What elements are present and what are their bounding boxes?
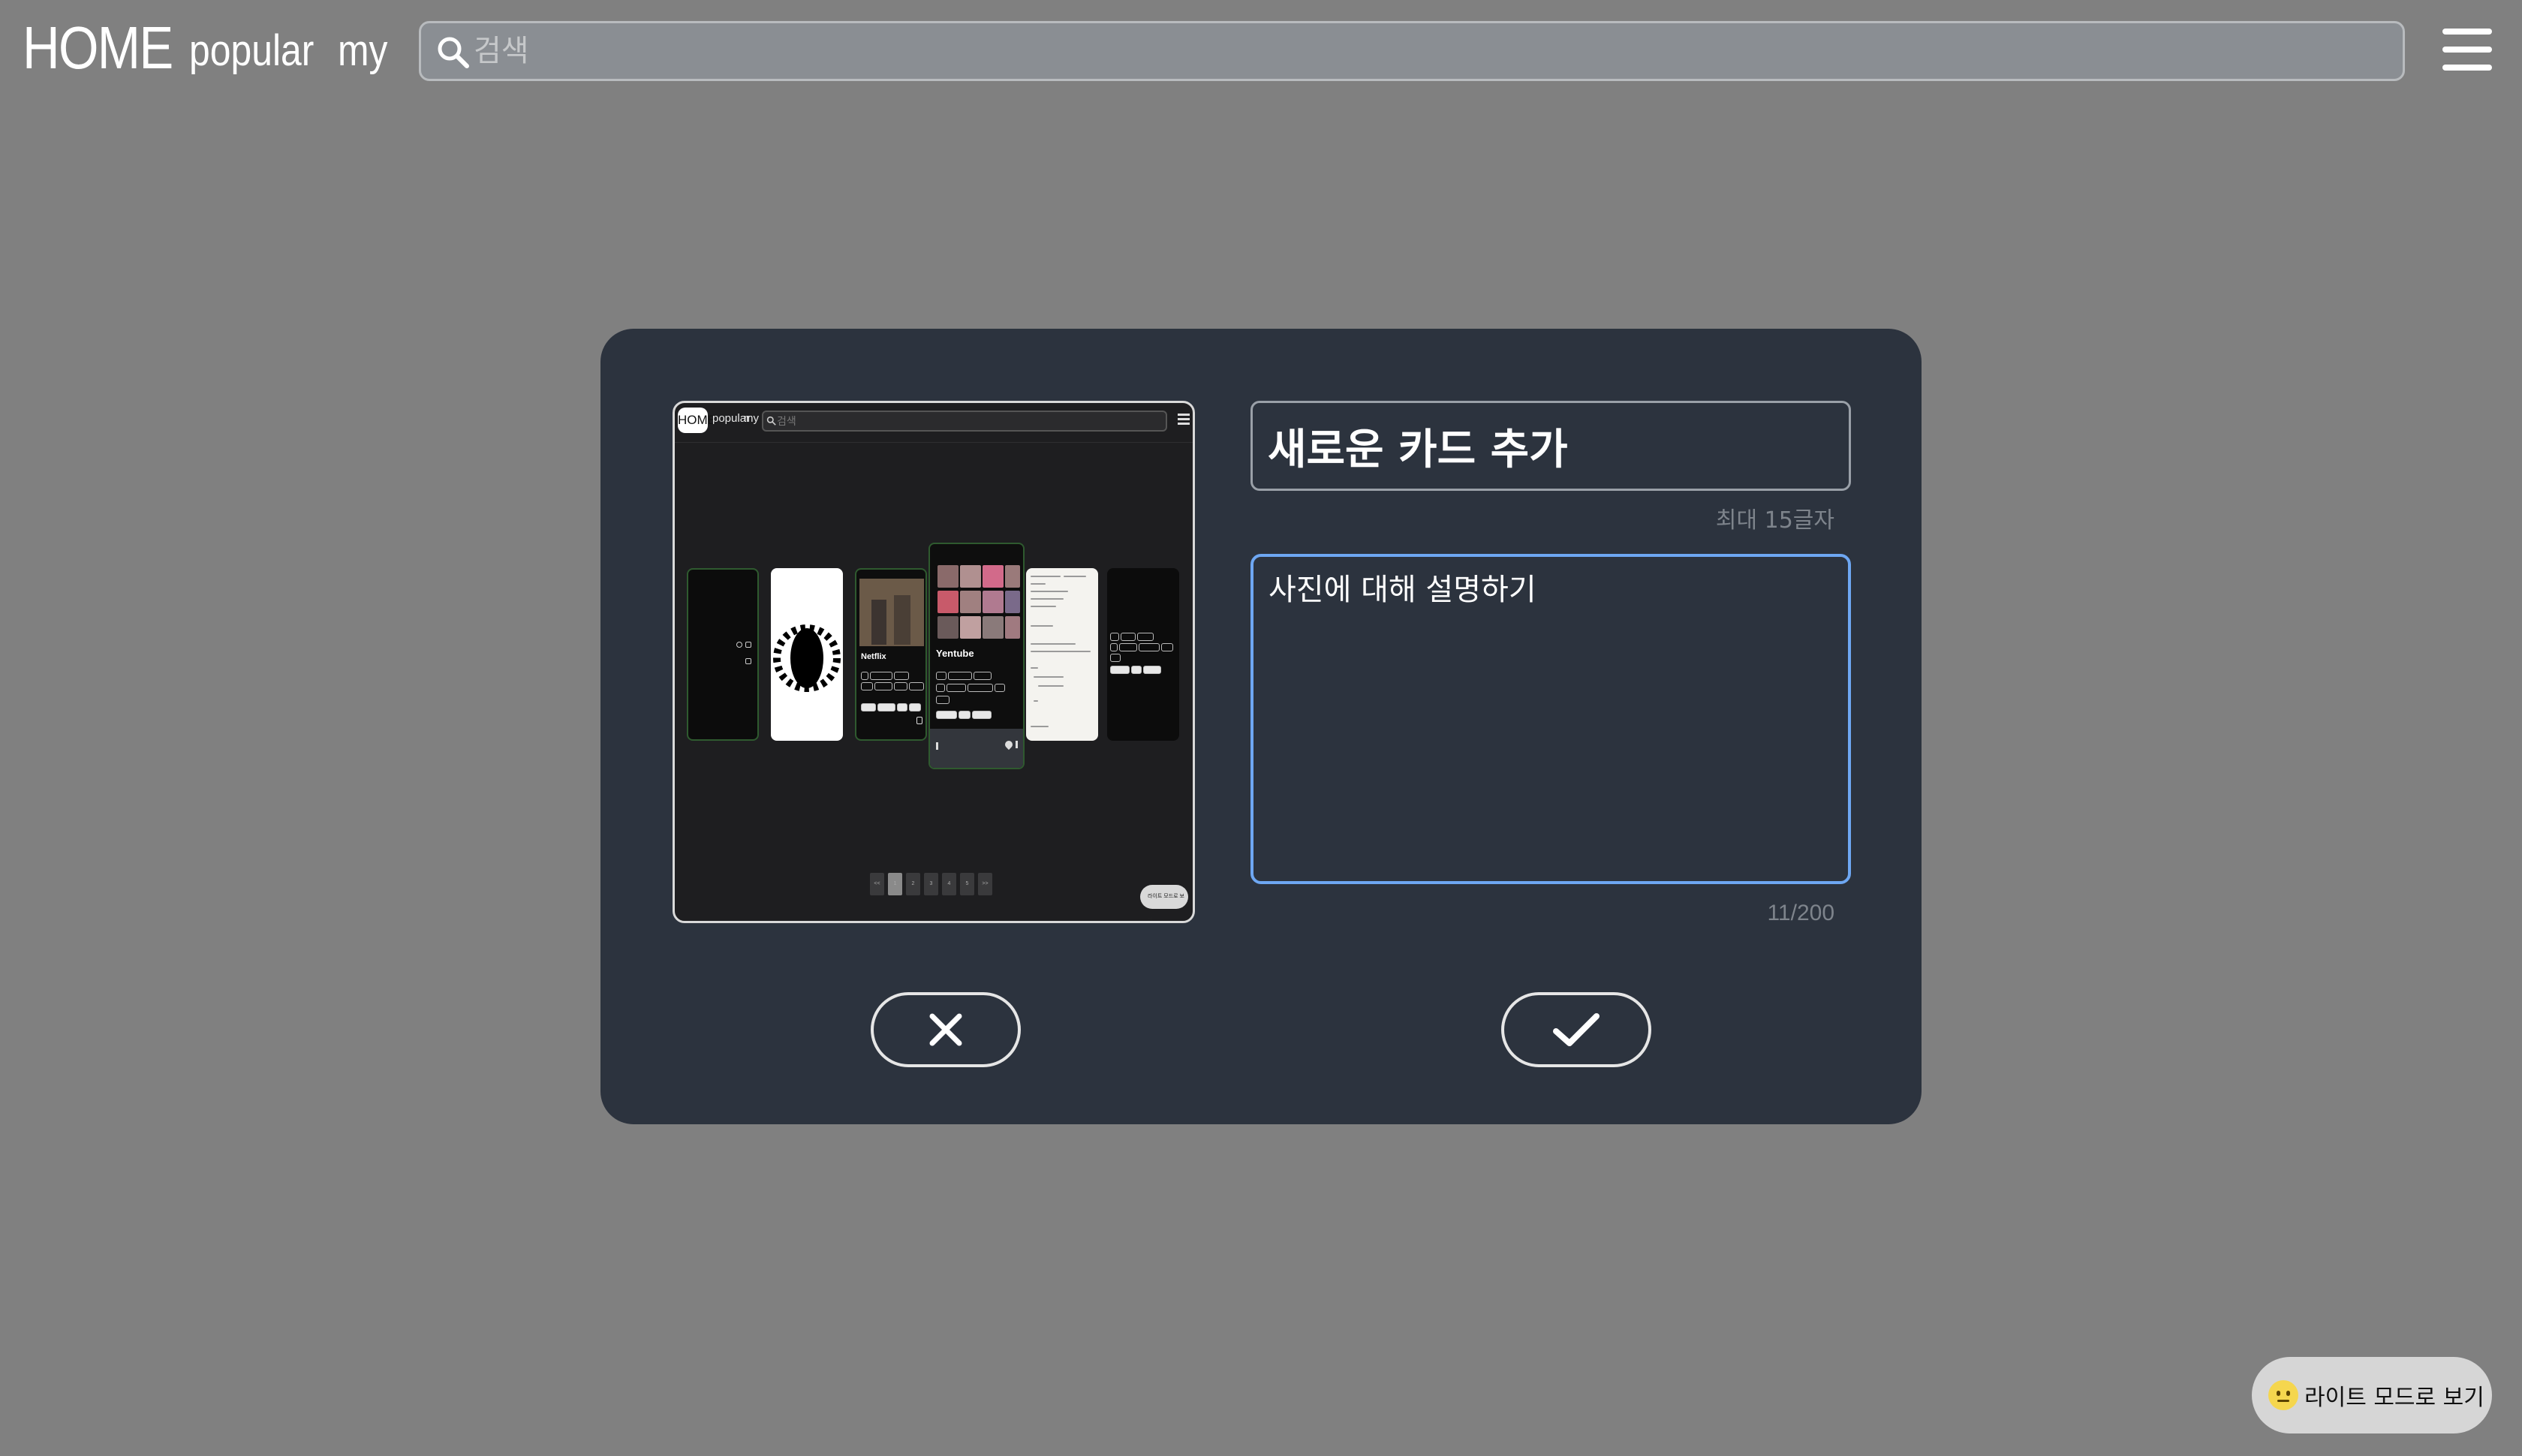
description-char-count: 11/200	[1767, 901, 1834, 925]
preview-page-1: 1	[888, 873, 902, 895]
search-bar[interactable]	[419, 21, 2405, 81]
confirm-button[interactable]	[1501, 992, 1651, 1067]
preview-card	[1107, 568, 1179, 741]
preview-page-4: 4	[942, 873, 956, 895]
image-preview[interactable]: HOME popular my 검색 Netflix Yentube << 1 …	[673, 401, 1195, 923]
add-card-modal: HOME popular my 검색 Netflix Yentube << 1 …	[600, 329, 1922, 1124]
title-length-hint: 최대 15글자	[1715, 507, 1834, 534]
theme-toggle-label: 라이트 모드로 보기	[2304, 1385, 2484, 1411]
hamburger-menu-icon[interactable]	[2442, 27, 2492, 72]
home-link[interactable]: HOME	[23, 14, 173, 83]
card-title-input[interactable]	[1253, 403, 1849, 489]
preview-card-focused: Yentube	[928, 543, 1025, 769]
preview-home-label: HOME	[678, 408, 716, 433]
preview-divider	[675, 442, 1193, 443]
preview-search-icon	[766, 416, 776, 426]
preview-card	[687, 568, 759, 741]
preview-card-title-netflix: Netflix	[861, 652, 886, 661]
preview-menu-icon	[1178, 414, 1190, 426]
preview-page-3: 3	[924, 873, 938, 895]
preview-page-last: >>	[978, 873, 992, 895]
preview-logo-image	[773, 624, 841, 692]
preview-card-title-yentube: Yentube	[936, 648, 974, 659]
preview-card: Netflix	[855, 568, 927, 741]
preview-search-bar: 검색	[762, 411, 1167, 432]
card-description-field[interactable]: 사진에 대해 설명하기	[1250, 554, 1851, 884]
smiley-emoji-icon	[2268, 1380, 2298, 1410]
preview-my-label: my	[744, 412, 759, 425]
preview-card	[771, 568, 843, 741]
top-nav: HOME popular my	[0, 0, 2522, 102]
check-icon	[1553, 1013, 1600, 1046]
cancel-button[interactable]	[871, 992, 1021, 1067]
card-title-field[interactable]	[1250, 401, 1851, 491]
theme-toggle-button[interactable]: 라이트 모드로 보기	[2252, 1357, 2492, 1433]
card-description-input[interactable]: 사진에 대해 설명하기	[1253, 557, 1848, 881]
preview-nav: HOME popular my 검색	[675, 403, 1193, 441]
popular-link[interactable]: popular	[189, 26, 314, 76]
preview-theme-toggle: 라이트 모드로 보기	[1140, 885, 1188, 921]
preview-page-5: 5	[960, 873, 974, 895]
search-icon	[438, 37, 469, 68]
my-link[interactable]: my	[338, 26, 388, 76]
preview-card	[1026, 568, 1098, 741]
preview-search-placeholder: 검색	[777, 415, 796, 427]
close-icon	[929, 1013, 962, 1046]
preview-page-2: 2	[906, 873, 920, 895]
preview-page-first: <<	[870, 873, 884, 895]
search-input[interactable]	[474, 23, 2380, 79]
